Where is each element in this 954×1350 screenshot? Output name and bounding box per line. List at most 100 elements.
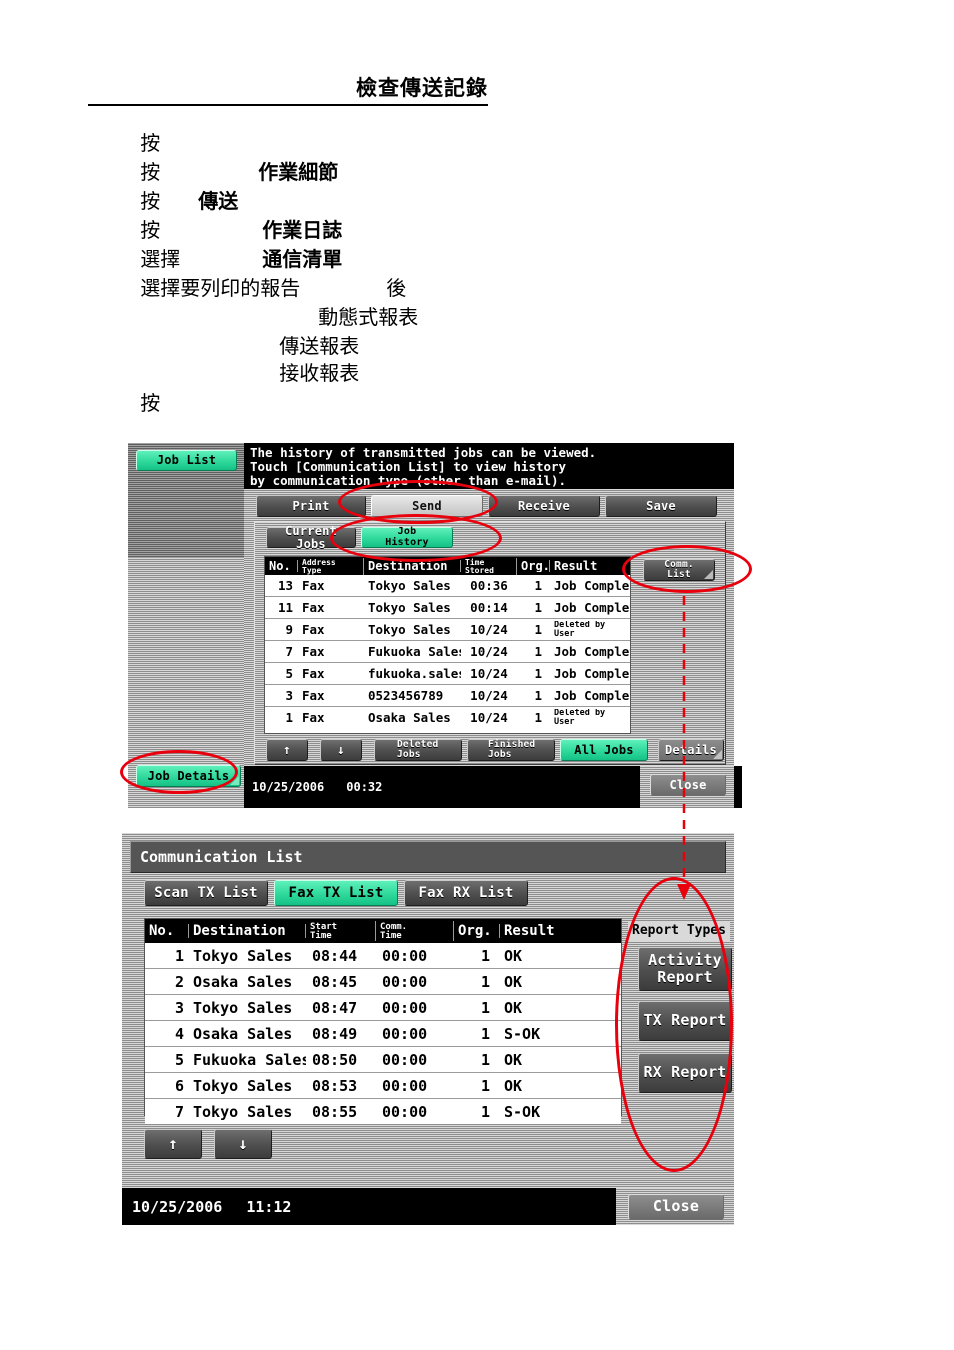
arrow-up-icon: ↑ [282, 742, 292, 758]
arrow-down-icon: ↓ [336, 742, 346, 758]
col-no: No. [265, 560, 298, 572]
cell-type: Fax [302, 578, 325, 593]
instruction-prefix: 按 [140, 393, 161, 415]
cell-comm-time: 00:00 [382, 972, 428, 991]
cell-result: Job Complete [554, 600, 630, 615]
finished-jobs-button[interactable]: Finished Jobs [467, 739, 555, 761]
job-list-button[interactable]: Job List [136, 450, 237, 471]
cell-org: 1 [480, 972, 490, 991]
table-row[interactable]: 7 Fax Fukuoka Sales 10/24 1 Job Complete [265, 641, 630, 663]
table-row[interactable]: 4 Osaka Sales 08:49 00:00 1 S-OK [145, 1021, 621, 1047]
tab-fax-tx-list[interactable]: Fax TX List [274, 880, 398, 906]
cell-org: 1 [534, 644, 542, 659]
scroll-up-button[interactable]: ↑ [266, 739, 308, 761]
cell-org: 1 [480, 1076, 490, 1095]
rx-report-label: RX Report [643, 1063, 727, 1082]
cell-type: Fax [302, 710, 325, 725]
tab-fax-rx-list[interactable]: Fax RX List [404, 880, 528, 906]
table-row[interactable]: 13 Fax Tokyo Sales 00:36 1 Job Complete [265, 575, 630, 597]
table-row[interactable]: 9 Fax Tokyo Sales 10/24 1 Deleted by User [265, 619, 630, 641]
cell-result: OK [504, 946, 523, 965]
activity-report-label-1: Activity [648, 951, 722, 970]
deleted-jobs-button[interactable]: Deleted Jobs [374, 739, 462, 761]
cell-start-time: 08:55 [312, 1102, 358, 1121]
expand-corner-icon [230, 776, 239, 785]
close-button[interactable]: Close [650, 774, 726, 796]
tab-fax-tx-list-label: Fax TX List [288, 884, 384, 901]
col-result: Result [554, 560, 598, 572]
tab-send[interactable]: Send [371, 495, 483, 517]
all-jobs-button[interactable]: All Jobs [560, 739, 648, 761]
comm-list-title: Communication List [130, 841, 726, 873]
cell-result-line2: User [554, 716, 575, 726]
page-title-rule: 檢查傳送記錄 [88, 72, 488, 106]
status-time: 00:32 [346, 780, 383, 794]
tab-receive[interactable]: Receive [488, 495, 600, 517]
job-history-table: No. Address Type Destination Time Stored… [264, 556, 631, 734]
cell-no: 5 [174, 1050, 184, 1069]
cell-result: Job Complete [554, 688, 630, 703]
details-button[interactable]: Details [658, 739, 724, 761]
activity-report-button[interactable]: Activity Report [638, 947, 732, 991]
comm-close-button[interactable]: Close [628, 1194, 724, 1220]
cell-comm-time: 00:00 [382, 998, 428, 1017]
instruction-keyword: 接收報表 [279, 363, 360, 385]
table-header-row: No. Address Type Destination Time Stored… [265, 557, 630, 575]
cell-result: Job Complete [554, 666, 630, 681]
job-details-button[interactable]: Job Details [136, 765, 241, 787]
table-row[interactable]: 7 Tokyo Sales 08:55 00:00 1 S-OK [145, 1099, 621, 1124]
tab-save[interactable]: Save [605, 495, 717, 517]
table-row[interactable]: 3 Tokyo Sales 08:47 00:00 1 OK [145, 995, 621, 1021]
cell-destination: Fukuoka Sales [193, 1050, 306, 1069]
finished-jobs-label-2: Jobs [488, 749, 512, 760]
comm-scroll-down-button[interactable]: ↓ [214, 1129, 272, 1159]
cell-org: 1 [480, 1102, 490, 1121]
instruction-line-9: 接收報表 [257, 334, 359, 409]
cell-comm-time: 00:00 [382, 1102, 428, 1121]
table-row[interactable]: 1 Fax Osaka Sales 10/24 1 Deleted by User [265, 707, 630, 728]
subtab-current-jobs[interactable]: Current Jobs [266, 524, 356, 551]
comm-list-button-label-2: List [667, 569, 691, 580]
table-row[interactable]: 5 Fax fukuoka.sales@ 10/24 1 Job Complete [265, 663, 630, 685]
col-org: Org. [454, 924, 500, 938]
cell-comm-time: 00:00 [382, 1076, 428, 1095]
close-button-label: Close [669, 777, 707, 792]
cell-start-time: 08:50 [312, 1050, 358, 1069]
subtab-current-jobs-label: Current Jobs [285, 524, 337, 551]
cell-result: S-OK [504, 1024, 541, 1043]
col-comm-time-2: Time [380, 931, 402, 941]
cell-destination: Tokyo Sales [193, 998, 293, 1017]
cell-destination: Fukuoka Sales [368, 644, 461, 659]
table-row[interactable]: 5 Fukuoka Sales 08:50 00:00 1 OK [145, 1047, 621, 1073]
job-details-button-label: Job Details [147, 768, 230, 783]
comm-list-button[interactable]: Comm. List [643, 559, 715, 581]
cell-destination: Osaka Sales [193, 972, 293, 991]
comm-scroll-up-button[interactable]: ↑ [144, 1129, 202, 1159]
cell-org: 1 [480, 1050, 490, 1069]
table-row[interactable]: 3 Fax 0523456789 10/24 1 Job Complete [265, 685, 630, 707]
cell-org: 1 [534, 600, 542, 615]
cell-type: Fax [302, 644, 325, 659]
cell-result-line2: User [554, 628, 575, 638]
expand-corner-icon [704, 570, 713, 579]
deleted-jobs-label-2: Jobs [397, 749, 421, 760]
tab-scan-tx-list[interactable]: Scan TX List [144, 880, 268, 906]
cell-start-time: 08:45 [312, 972, 358, 991]
subtab-job-history[interactable]: Job History [361, 527, 453, 548]
comm-status-bar: 10/25/2006 11:12 [122, 1188, 626, 1225]
scroll-down-button[interactable]: ↓ [320, 739, 362, 761]
report-types-label: Report Types [628, 921, 730, 941]
cell-time: 00:36 [470, 578, 508, 593]
rx-report-button[interactable]: RX Report [638, 1053, 732, 1093]
col-destination: Destination [189, 924, 306, 938]
table-row[interactable]: 2 Osaka Sales 08:45 00:00 1 OK [145, 969, 621, 995]
tx-report-label: TX Report [643, 1011, 727, 1030]
tab-print[interactable]: Print [256, 495, 366, 517]
arrow-down-icon: ↓ [238, 1134, 248, 1153]
tx-report-button[interactable]: TX Report [638, 1001, 732, 1041]
table-row[interactable]: 6 Tokyo Sales 08:53 00:00 1 OK [145, 1073, 621, 1099]
table-row[interactable]: 1 Tokyo Sales 08:44 00:00 1 OK [145, 943, 621, 969]
subtab-job-history-label-1: Job [397, 526, 417, 538]
table-row[interactable]: 11 Fax Tokyo Sales 00:14 1 Job Complete [265, 597, 630, 619]
communication-list-screen: Communication List Scan TX List Fax TX L… [122, 833, 734, 1225]
